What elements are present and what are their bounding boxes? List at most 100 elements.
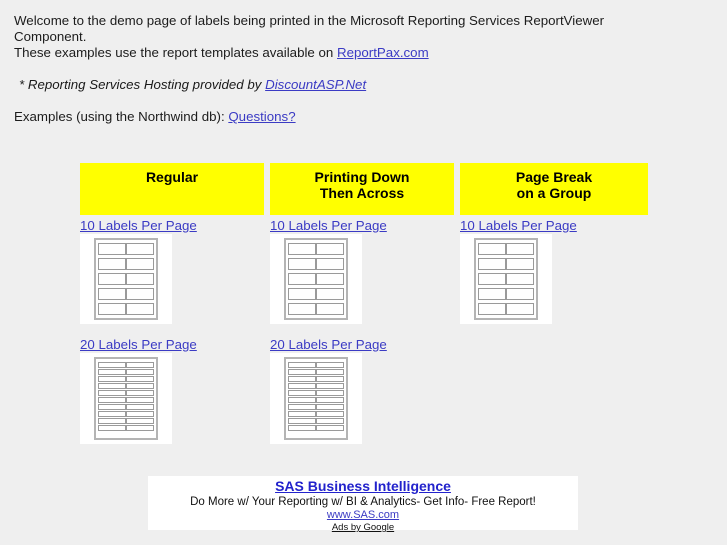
label-cell <box>126 243 154 255</box>
label-cell <box>288 425 316 431</box>
ad-description: Do More w/ Your Reporting w/ BI & Analyt… <box>190 496 536 508</box>
label-cell <box>316 390 344 396</box>
label-cell <box>126 303 154 315</box>
label-cell <box>288 383 316 389</box>
label-sheet-row <box>478 288 534 300</box>
label-cell <box>98 418 126 424</box>
label-cell <box>316 397 344 403</box>
hosting-prefix: * Reporting Services Hosting provided by <box>19 77 266 92</box>
label-cell <box>316 418 344 424</box>
link-10-labels-per-page-regular[interactable]: 10 Labels Per Page <box>80 217 197 234</box>
label-sheet-row <box>478 273 534 285</box>
label-cell <box>126 258 154 270</box>
header-cell-regular: Regular <box>80 163 264 215</box>
label-cell <box>288 404 316 410</box>
header-cell-printing-down-line-1: Printing Down <box>314 169 410 185</box>
label-sheet-row <box>288 383 344 389</box>
label-sheet-row <box>288 288 344 300</box>
header-cell-regular-line-1: Regular <box>145 169 199 185</box>
header-cell-printing-down-line-2: Then Across <box>319 185 405 201</box>
thumbnail-20-labels-regular[interactable] <box>80 353 172 444</box>
link-20-labels-per-page-printing-down[interactable]: 20 Labels Per Page <box>270 336 387 353</box>
label-cell <box>316 411 344 417</box>
label-sheet-row <box>98 383 154 389</box>
label-cell <box>288 362 316 368</box>
label-sheet-row <box>98 376 154 382</box>
label-cell <box>98 383 126 389</box>
column-block-gap <box>80 324 197 336</box>
label-cell <box>98 273 126 285</box>
label-sheet-row <box>288 397 344 403</box>
label-cell <box>98 397 126 403</box>
label-sheet-row <box>288 369 344 375</box>
label-cell <box>316 288 344 300</box>
thumbnail-20-labels-printing-down[interactable] <box>270 353 362 444</box>
intro-spacer-1 <box>14 61 674 77</box>
column-block-gap <box>270 324 387 336</box>
label-cell <box>98 404 126 410</box>
label-sheet-row <box>288 425 344 431</box>
label-cell <box>126 397 154 403</box>
label-cell <box>288 243 316 255</box>
label-cell <box>288 418 316 424</box>
label-cell <box>98 243 126 255</box>
sheet-page-outline <box>284 238 348 320</box>
label-cell <box>126 418 154 424</box>
label-cell <box>478 243 506 255</box>
intro-spacer-2 <box>14 93 674 109</box>
label-cell <box>126 288 154 300</box>
label-sheet-row <box>478 303 534 315</box>
thumbnail-10-labels-regular[interactable] <box>80 234 172 324</box>
label-cell <box>126 390 154 396</box>
thumbnail-10-labels-printing-down[interactable] <box>270 234 362 324</box>
label-cell <box>506 273 534 285</box>
label-cell <box>98 258 126 270</box>
label-cell <box>316 273 344 285</box>
link-10-labels-per-page-printing-down[interactable]: 10 Labels Per Page <box>270 217 387 234</box>
label-cell <box>126 362 154 368</box>
label-cell <box>478 288 506 300</box>
label-sheet-row <box>98 418 154 424</box>
reportpax-link[interactable]: ReportPax.com <box>337 45 429 60</box>
examples-line: Examples (using the Northwind db): Quest… <box>14 109 674 125</box>
thumbnail-10-labels-page-break[interactable] <box>460 234 552 324</box>
label-cell <box>98 425 126 431</box>
label-sheet-row <box>288 303 344 315</box>
label-cell <box>288 376 316 382</box>
label-cell <box>478 303 506 315</box>
ad-title-link[interactable]: SAS Business Intelligence <box>148 478 578 495</box>
label-cell <box>316 303 344 315</box>
label-sheet-row <box>98 369 154 375</box>
label-sheet-row <box>98 397 154 403</box>
label-sheet-row <box>288 376 344 382</box>
discountasp-link[interactable]: DiscountASP.Net <box>265 77 366 92</box>
label-cell <box>98 376 126 382</box>
label-cell <box>126 273 154 285</box>
label-cell <box>288 288 316 300</box>
column-header-row: Regular Printing Down Then Across Page B… <box>80 163 648 215</box>
questions-link[interactable]: Questions? <box>228 109 295 124</box>
ads-by-google-link[interactable]: Ads by Google <box>148 522 578 534</box>
link-10-labels-per-page-page-break[interactable]: 10 Labels Per Page <box>460 217 577 234</box>
label-sheet-row <box>98 258 154 270</box>
label-sheet-row <box>98 303 154 315</box>
label-cell <box>316 404 344 410</box>
link-20-labels-per-page-regular[interactable]: 20 Labels Per Page <box>80 336 197 353</box>
ad-url-link[interactable]: www.SAS.com <box>148 509 578 522</box>
label-sheet-row <box>98 273 154 285</box>
header-cell-page-break-line-1: Page Break <box>515 169 593 185</box>
label-cell <box>98 362 126 368</box>
label-sheet-row <box>288 243 344 255</box>
label-column-printing-down-then-across: 10 Labels Per Page 20 Labels Per Page <box>270 217 387 444</box>
label-cell <box>126 383 154 389</box>
intro-line-1: Welcome to the demo page of labels being… <box>14 13 605 44</box>
sheet-page-outline <box>94 357 158 440</box>
sheet-page-outline <box>284 357 348 440</box>
label-cell <box>288 258 316 270</box>
header-cell-printing-down-then-across: Printing Down Then Across <box>270 163 454 215</box>
label-cell <box>288 273 316 285</box>
label-sheet-row <box>288 362 344 368</box>
label-sheet-row <box>288 273 344 285</box>
intro-text-block: Welcome to the demo page of labels being… <box>14 13 674 125</box>
label-sheet-row <box>288 258 344 270</box>
